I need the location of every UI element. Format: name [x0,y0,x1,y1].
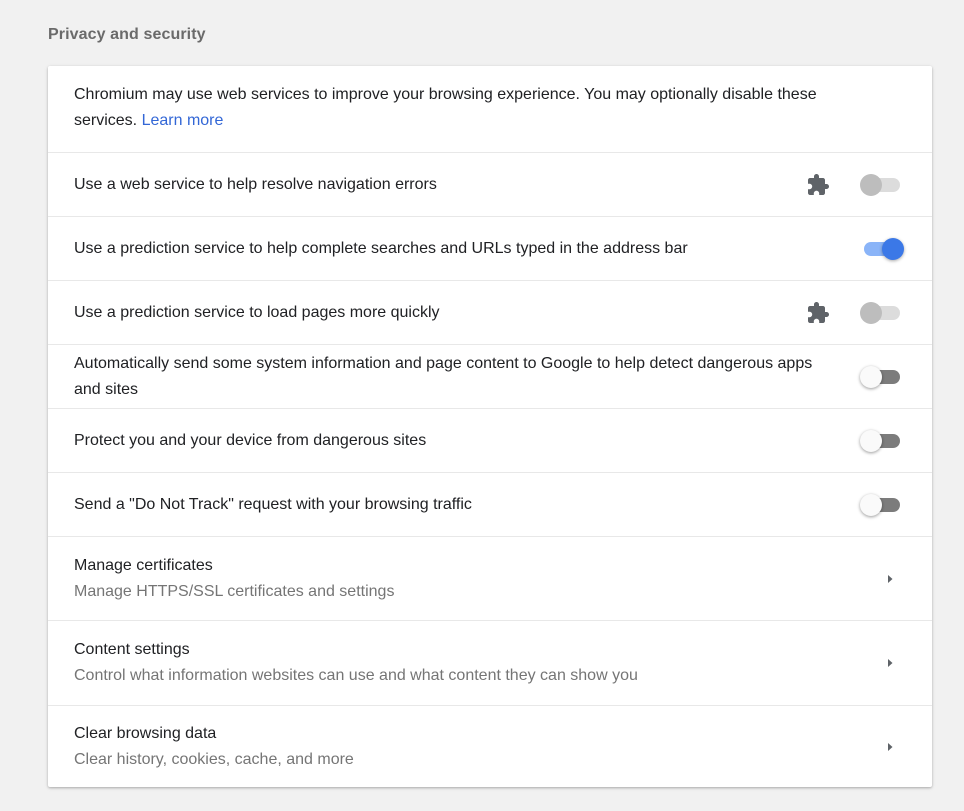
manage-certificates-row[interactable]: Manage certificates Manage HTTPS/SSL cer… [48,536,932,620]
arrow-right-icon[interactable] [882,571,898,587]
safe-browsing-toggle[interactable] [860,429,904,453]
link-text-block: Clear browsing data Clear history, cooki… [74,721,354,773]
preload-pages-toggle[interactable] [860,301,904,325]
toggle-knob [860,429,882,452]
link-subtitle: Clear history, cookies, cache, and more [74,750,354,768]
toggle-row-safe-browsing: Protect you and your device from dangero… [48,408,932,472]
learn-more-link[interactable]: Learn more [142,112,224,129]
toggle-label: Protect you and your device from dangero… [74,431,427,449]
puzzle-piece-icon[interactable] [806,301,830,325]
toggle-row-safe-browsing-reports: Automatically send some system informati… [48,344,932,408]
toggle-knob [882,237,904,260]
toggle-label: Use a prediction service to load pages m… [74,303,440,321]
toggle-knob [860,365,882,388]
navigation-errors-toggle[interactable] [860,173,904,197]
safe-browsing-reports-toggle[interactable] [860,365,904,389]
intro-row: Chromium may use web services to improve… [48,66,932,152]
privacy-security-card: Chromium may use web services to improve… [48,66,932,787]
do-not-track-toggle[interactable] [860,493,904,517]
link-text-block: Content settings Control what informatio… [74,637,638,689]
toggle-row-do-not-track: Send a "Do Not Track" request with your … [48,472,932,536]
toggle-label: Use a web service to help resolve naviga… [74,175,437,193]
toggle-label: Automatically send some system informati… [74,354,813,398]
link-text-block: Manage certificates Manage HTTPS/SSL cer… [74,553,394,605]
toggle-knob [860,173,882,196]
toggle-label: Send a "Do Not Track" request with your … [74,495,472,513]
toggle-row-search-prediction: Use a prediction service to help complet… [48,216,932,280]
link-title: Clear browsing data [74,724,217,742]
link-subtitle: Manage HTTPS/SSL certificates and settin… [74,582,395,600]
toggle-row-preload-pages: Use a prediction service to load pages m… [48,280,932,344]
link-subtitle: Control what information websites can us… [74,667,638,684]
toggle-label: Use a prediction service to help complet… [74,239,688,257]
arrow-right-icon[interactable] [882,655,898,671]
toggle-knob [860,301,882,324]
toggle-knob [860,493,882,516]
toggle-row-navigation-errors: Use a web service to help resolve naviga… [48,152,932,216]
puzzle-piece-icon[interactable] [806,173,830,197]
link-title: Content settings [74,641,190,658]
search-prediction-toggle[interactable] [860,237,904,261]
arrow-right-icon[interactable] [882,739,898,755]
intro-description: Chromium may use web services to improve… [74,82,874,134]
content-settings-row[interactable]: Content settings Control what informatio… [48,620,932,705]
link-title: Manage certificates [74,556,213,574]
clear-browsing-data-row[interactable]: Clear browsing data Clear history, cooki… [48,705,932,787]
section-title: Privacy and security [48,26,206,43]
